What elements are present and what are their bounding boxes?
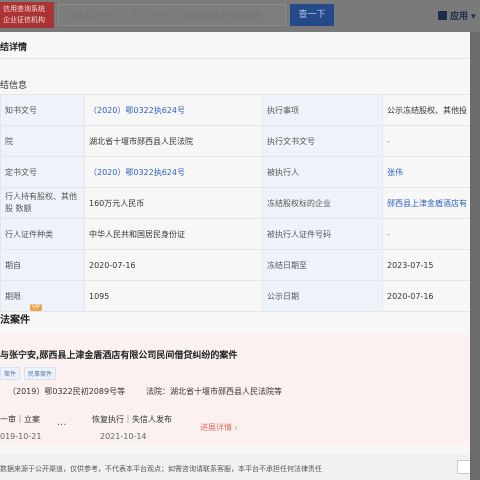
timeline-last-label: 恢复执行｜失信人发布 <box>92 415 172 424</box>
civil-case-tag: 民事案件 <box>24 367 57 380</box>
progress-details-link[interactable]: 进展详情 › <box>200 422 238 433</box>
field-label: 期自 <box>0 249 85 281</box>
field-value-link[interactable]: （2020）鄂0322执624号 <box>84 94 263 126</box>
brand-line-1: 信用查询系统 <box>3 5 45 13</box>
field-value: 2020-07-16 <box>382 280 470 312</box>
field-label: 冻结日期至 <box>262 249 383 281</box>
grid-icon <box>438 11 447 20</box>
executed-person-link[interactable]: 张伟 <box>382 156 470 188</box>
top-bar: 信用查询系统 企业征信机构 查一下 应用 ▾ <box>0 0 480 32</box>
table-row: 期自 2020-07-16 冻结日期至 2023-07-15 <box>0 249 470 281</box>
field-label: 被执行人证件号码 <box>262 218 383 250</box>
timeline-first-label: 一审｜立案 <box>0 415 40 424</box>
apps-label: 应用 <box>450 12 469 22</box>
brand-badge[interactable]: 信用查询系统 企业征信机构 <box>0 2 54 28</box>
divider <box>0 58 470 59</box>
square-icon[interactable] <box>457 460 470 474</box>
table-row: 期限 1095 公示日期 2020-07-16 <box>0 280 470 312</box>
table-row: 行人持有股权、其他股 数额 160万元人民币 冻结股权标的企业 郧西县上津金盾酒… <box>0 187 470 219</box>
scrollbar[interactable] <box>470 32 480 480</box>
field-value: 湖北省十堰市郧西县人民法院 <box>84 125 263 157</box>
more-icon: ··· <box>57 420 67 431</box>
field-label: 行人证件种类 <box>0 218 85 250</box>
modal-title: 结详情 <box>0 43 28 53</box>
field-label: 知书文号 <box>0 94 85 126</box>
field-value: 公示冻结股权、其他投 <box>382 94 470 126</box>
table-row: 知书文号 （2020）鄂0322执624号 执行事项 公示冻结股权、其他投 <box>0 94 470 126</box>
field-value: 1095 <box>84 280 263 312</box>
field-label: 执行事项 <box>262 94 383 126</box>
case-title[interactable]: 与张宁安,郧西县上津金盾酒店有限公司民间借贷纠纷的案件 <box>0 348 237 361</box>
field-label: 冻结股权标的企业 <box>262 187 383 219</box>
case-tag: 案件 <box>0 367 21 380</box>
field-label: 定书文号 <box>0 156 85 188</box>
field-value: 2020-07-16 <box>84 249 263 281</box>
case-number: （2019）鄂0322民初2089号等 <box>8 387 126 396</box>
company-link[interactable]: 郧西县上津金盾酒店有 <box>382 187 470 219</box>
search-input[interactable] <box>58 4 286 26</box>
search-button[interactable]: 查一下 <box>290 4 334 26</box>
freeze-detail-modal: 结详情 结信息 知书文号 （2020）鄂0322执624号 执行事项 公示冻结股… <box>0 32 470 480</box>
field-label: 公示日期 <box>262 280 383 312</box>
field-value: 160万元人民币 <box>84 187 263 219</box>
section-title: 结信息 <box>0 81 28 91</box>
field-value: - <box>382 125 470 157</box>
field-value-link[interactable]: （2020）鄂0322执624号 <box>84 156 263 188</box>
table-row: 行人证件种类 中华人民共和国居民身份证 被执行人证件号码 - <box>0 218 470 250</box>
field-label: 院 <box>0 125 85 157</box>
brand-line-2: 企业征信机构 <box>3 16 45 24</box>
field-label: 被执行人 <box>262 156 383 188</box>
timeline-first-date: 019-10-21 <box>0 432 42 441</box>
judicial-cases-title: 法案件 <box>0 315 30 326</box>
case-court: 法院：湖北省十堰市郧西县人民法院等 <box>146 387 282 396</box>
field-value: 中华人民共和国居民身份证 <box>84 218 263 250</box>
apps-menu[interactable]: 应用 ▾ <box>438 9 476 22</box>
timeline-last-date: 2021-10-14 <box>100 432 147 441</box>
field-value: - <box>382 218 470 250</box>
freeze-info-table: 知书文号 （2020）鄂0322执624号 执行事项 公示冻结股权、其他投 院 … <box>0 94 470 312</box>
case-card[interactable]: 与张宁安,郧西县上津金盾酒店有限公司民间借贷纠纷的案件 案件 民事案件 （201… <box>0 334 470 446</box>
field-label: 执行文书文号 <box>262 125 383 157</box>
field-label: 期限 <box>0 280 85 312</box>
field-value: 2023-07-15 <box>382 249 470 281</box>
table-row: 定书文号 （2020）鄂0322执624号 被执行人 张伟 <box>0 156 470 188</box>
footer-note: 数据来源于公开渠道，仅供参考，不代表本平台观点；如需咨询请联系客服，本平台不承担… <box>0 465 322 473</box>
field-label: 行人持有股权、其他股 数额 <box>0 187 85 219</box>
table-row: 院 湖北省十堰市郧西县人民法院 执行文书文号 - <box>0 125 470 157</box>
vip-badge: VIP <box>30 304 42 311</box>
